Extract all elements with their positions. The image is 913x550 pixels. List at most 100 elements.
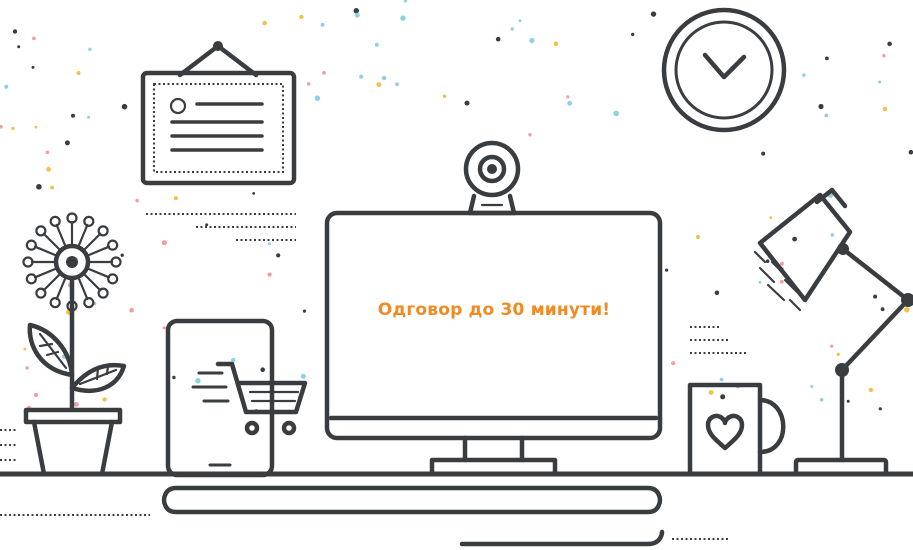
confetti-dot bbox=[302, 309, 307, 313]
confetti-dot bbox=[252, 192, 256, 195]
confetti-dot bbox=[529, 37, 535, 44]
confetti-dot bbox=[162, 326, 166, 330]
confetti-dot bbox=[495, 36, 501, 42]
confetti-dot bbox=[74, 402, 79, 407]
confetti-dot bbox=[631, 32, 635, 37]
flower-petal bbox=[87, 267, 111, 279]
confetti-dot bbox=[12, 29, 18, 34]
confetti-dot bbox=[810, 384, 814, 388]
flower-petal-tip bbox=[49, 215, 61, 227]
confetti-dot bbox=[792, 236, 797, 242]
monitor-screen-text: Одговор до 30 минути! bbox=[377, 300, 611, 320]
confetti-dot bbox=[882, 106, 888, 112]
confetti-dot bbox=[528, 133, 532, 137]
confetti-dot bbox=[769, 216, 773, 220]
flower-petal-tip bbox=[97, 287, 109, 299]
desk-lamp-icon bbox=[753, 187, 913, 477]
confetti-dot bbox=[25, 366, 29, 370]
flower-petal bbox=[87, 245, 111, 257]
confetti-dot bbox=[868, 387, 873, 393]
confetti-dot bbox=[135, 198, 139, 203]
flower-petal bbox=[77, 223, 89, 247]
confetti-dot bbox=[904, 307, 910, 313]
confetti-dot bbox=[374, 42, 379, 47]
flower-petal-tip bbox=[107, 239, 119, 251]
confetti-dot bbox=[23, 347, 27, 351]
desk-surface bbox=[0, 471, 913, 547]
confetti-dot bbox=[267, 272, 272, 277]
confetti-dot bbox=[714, 290, 720, 296]
confetti-dot bbox=[129, 307, 134, 313]
confetti-dot bbox=[205, 223, 209, 227]
confetti-dot bbox=[17, 45, 21, 49]
flower-pot-icon bbox=[22, 212, 127, 477]
confetti-dot bbox=[671, 361, 676, 366]
flower-petal-tip bbox=[25, 239, 37, 251]
confetti-dot bbox=[442, 94, 447, 98]
confetti-dot bbox=[846, 399, 850, 403]
confetti-dot bbox=[322, 70, 326, 75]
confetti-dot bbox=[395, 82, 399, 87]
confetti-dot bbox=[758, 280, 762, 284]
flower-petal bbox=[33, 245, 57, 257]
confetti-dot bbox=[231, 358, 236, 363]
webcam-icon bbox=[463, 140, 521, 216]
flower-petal bbox=[83, 232, 102, 251]
flower-petal bbox=[42, 232, 61, 251]
confetti-dot bbox=[650, 11, 657, 17]
flower-petal-tip bbox=[35, 287, 47, 299]
flower-petal-tip bbox=[83, 297, 95, 309]
confetti-dot bbox=[71, 113, 75, 118]
confetti-dot bbox=[300, 373, 306, 379]
flower-petal-tip bbox=[25, 273, 37, 285]
flower-petal-tip bbox=[97, 225, 109, 237]
confetti-dot bbox=[765, 259, 770, 264]
confetti-dot bbox=[31, 65, 35, 69]
confetti-dot bbox=[46, 167, 51, 172]
confetti-dot bbox=[566, 95, 570, 99]
confetti-dot bbox=[172, 375, 176, 380]
confetti-dot bbox=[306, 82, 311, 86]
confetti-dots bbox=[0, 0, 913, 412]
confetti-dot bbox=[262, 20, 268, 26]
confetti-dot bbox=[87, 115, 91, 119]
confetti-dot bbox=[161, 240, 167, 246]
certificate-icon bbox=[140, 41, 297, 186]
confetti-dot bbox=[120, 253, 124, 257]
desk-illustration bbox=[0, 0, 913, 547]
confetti-dot bbox=[553, 41, 559, 46]
clock-icon bbox=[661, 7, 787, 133]
confetti-dot bbox=[464, 100, 470, 106]
confetti-dot bbox=[830, 233, 835, 237]
confetti-dot bbox=[819, 398, 824, 402]
confetti-dot bbox=[882, 54, 886, 58]
confetti-dot bbox=[510, 27, 514, 31]
confetti-dot bbox=[880, 307, 885, 312]
confetti-dot bbox=[354, 12, 360, 18]
confetti-dot bbox=[353, 8, 359, 14]
flower-petal bbox=[33, 267, 57, 279]
flower-petal bbox=[83, 273, 102, 292]
flower-petal-tip bbox=[35, 225, 47, 237]
confetti-dot bbox=[719, 377, 724, 382]
flower-petal bbox=[55, 277, 67, 301]
confetti-dot bbox=[818, 103, 824, 110]
confetti-dot bbox=[836, 352, 840, 356]
flower-petal bbox=[55, 223, 67, 247]
confetti-dot bbox=[45, 150, 50, 155]
tablet-cart-icon bbox=[165, 318, 308, 478]
confetti-dot bbox=[873, 294, 878, 299]
confetti-dot bbox=[665, 268, 669, 272]
confetti-dot bbox=[381, 75, 387, 81]
confetti-dot bbox=[779, 279, 784, 284]
confetti-dot bbox=[34, 125, 38, 129]
mug-heart-icon bbox=[687, 382, 786, 477]
confetti-dot bbox=[4, 84, 9, 89]
flower-petal-tip bbox=[49, 297, 61, 309]
confetti-dot bbox=[76, 71, 81, 75]
flower-petal bbox=[42, 273, 61, 292]
illustration-scene: Одговор до 30 минути! bbox=[0, 0, 913, 550]
confetti-dot bbox=[88, 47, 92, 51]
confetti-dot bbox=[761, 151, 766, 156]
confetti-dot bbox=[518, 19, 522, 23]
